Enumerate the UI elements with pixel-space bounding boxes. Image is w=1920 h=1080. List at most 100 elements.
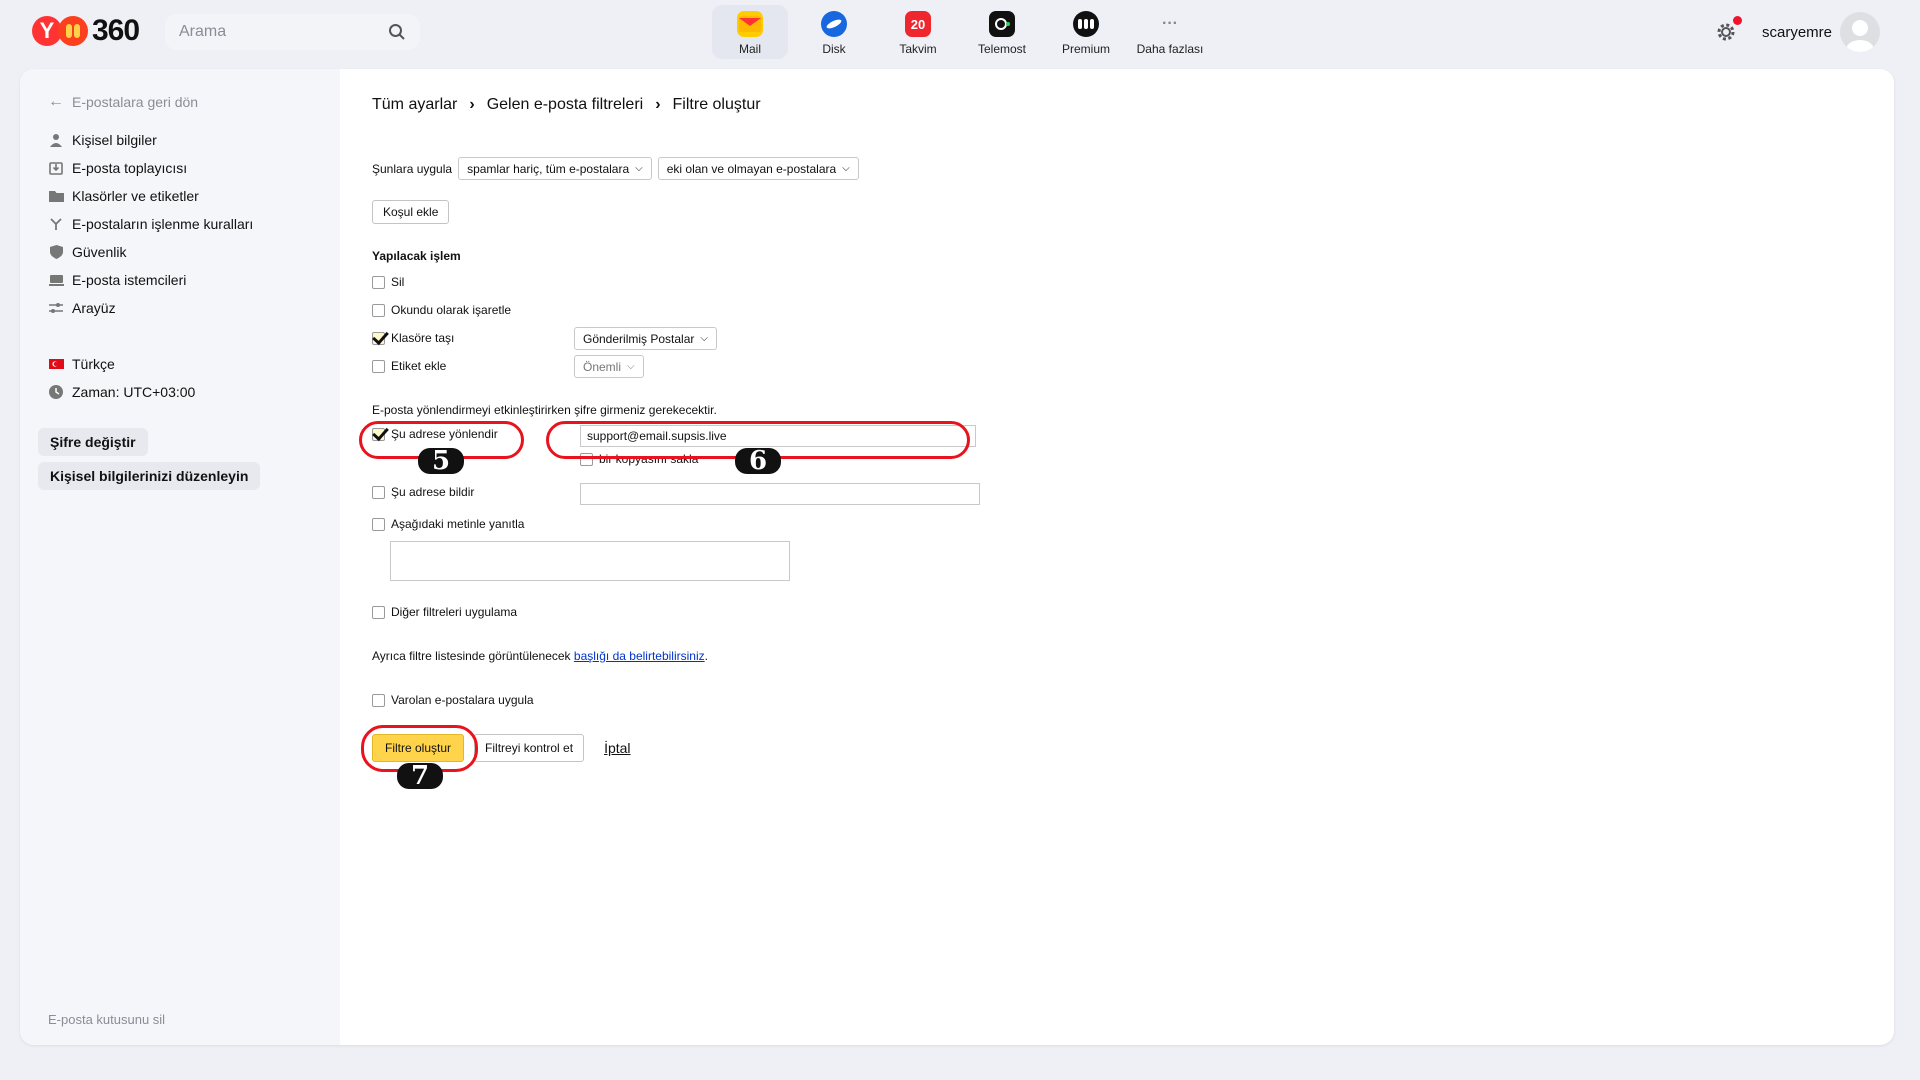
app-label: Premium xyxy=(1061,42,1110,56)
apply-existing-checkbox[interactable] xyxy=(372,693,385,707)
attachment-select[interactable]: eki olan ve olmayan e-postalara ⌵ xyxy=(657,157,859,180)
clients-icon xyxy=(48,272,64,288)
delete-mailbox-link[interactable]: E-posta kutusunu sil xyxy=(48,1012,165,1027)
sidebar-item-clients[interactable]: E-posta istemcileri xyxy=(48,266,253,294)
notify-label: Şu adrese bildir xyxy=(391,485,475,499)
sidebar-item-personal[interactable]: Kişisel bilgiler xyxy=(48,126,253,154)
change-password-button[interactable]: Şifre değiştir xyxy=(38,428,148,456)
title-note-text: Ayrıca filtre listesinde görüntülenecek xyxy=(372,649,571,663)
app-more[interactable]: ··· Daha fazlası xyxy=(1132,5,1208,59)
label-select[interactable]: Önemli ⌵ xyxy=(574,355,644,378)
app-switcher: Mail Disk 20 Takvim Telemost Premium ···… xyxy=(712,5,1216,59)
sidebar-item-label: E-posta toplayıcısı xyxy=(72,160,188,176)
shield-icon xyxy=(48,244,64,260)
chevron-down-icon: ⌵ xyxy=(627,361,635,372)
yandex-360-logo[interactable]: Y 360 xyxy=(32,14,140,48)
reply-option: Aşağıdaki metinle yanıtla xyxy=(372,517,524,531)
set-title-link[interactable]: başlığı da belirtebilirsiniz xyxy=(574,649,705,663)
app-label: Disk xyxy=(822,42,846,56)
settings-sidebar: ← E-postalara geri dön Kişisel bilgiler … xyxy=(20,69,340,1045)
collector-icon xyxy=(48,160,64,176)
telemost-icon xyxy=(989,11,1015,37)
apply-scope-select[interactable]: spamlar hariç, tüm e-postalara ⌵ xyxy=(458,157,652,180)
reply-label: Aşağıdaki metinle yanıtla xyxy=(391,517,525,531)
logo-text: 360 xyxy=(92,14,140,47)
turkey-flag-icon xyxy=(48,356,64,372)
add-condition-button[interactable]: Koşul ekle xyxy=(372,200,450,224)
sidebar-item-rules[interactable]: E-postaların işlenme kuralları xyxy=(48,210,253,238)
app-label: Daha fazlası xyxy=(1136,42,1204,56)
folder-select[interactable]: Gönderilmiş Postalar ⌵ xyxy=(574,327,717,350)
timezone-selector[interactable]: Zaman: UTC+03:00 xyxy=(48,378,195,406)
back-label: E-postalara geri dön xyxy=(72,94,199,110)
search-input[interactable]: Arama xyxy=(165,14,420,50)
mark-read-checkbox[interactable] xyxy=(372,303,385,317)
back-to-mail-link[interactable]: ← E-postalara geri dön xyxy=(48,93,198,111)
timezone-label: Zaman: UTC+03:00 xyxy=(72,384,196,400)
avatar[interactable] xyxy=(1840,12,1880,52)
search-icon[interactable] xyxy=(388,23,406,41)
delete-option: Sil xyxy=(372,275,404,289)
reply-checkbox[interactable] xyxy=(372,517,385,531)
settings-gear-icon[interactable] xyxy=(1714,16,1742,44)
sidebar-item-label: E-posta istemcileri xyxy=(72,272,187,288)
add-label-label: Etiket ekle xyxy=(391,359,447,373)
folder-icon xyxy=(48,188,64,204)
app-label: Mail xyxy=(738,42,761,56)
premium-icon xyxy=(1073,11,1099,37)
apply-to-row: Şunlara uygula spamlar hariç, tüm e-post… xyxy=(372,157,859,180)
sidebar-item-security[interactable]: Güvenlik xyxy=(48,238,253,266)
sidebar-item-label: Arayüz xyxy=(72,300,116,316)
action-heading: Yapılacak işlem xyxy=(372,249,461,263)
reply-text-area[interactable] xyxy=(390,541,790,581)
delete-label: Sil xyxy=(391,275,405,289)
mark-read-option: Okundu olarak işaretle xyxy=(372,303,511,317)
annotation-badge-7: 7 xyxy=(397,761,443,791)
delete-checkbox[interactable] xyxy=(372,275,385,289)
check-filter-button[interactable]: Filtreyi kontrol et xyxy=(474,734,585,762)
username[interactable]: scaryemre xyxy=(1762,24,1832,41)
app-mail[interactable]: Mail xyxy=(712,5,788,59)
dont-apply-others-option: Diğer filtreleri uygulama xyxy=(372,605,517,619)
move-folder-option: Klasöre taşı xyxy=(372,331,454,345)
mail-icon xyxy=(737,11,763,37)
dont-apply-others-checkbox[interactable] xyxy=(372,605,385,619)
mark-read-label: Okundu olarak işaretle xyxy=(391,303,512,317)
language-label: Türkçe xyxy=(72,356,115,372)
password-note: E-posta yönlendirmeyi etkinleştirirken ş… xyxy=(372,403,717,417)
search-placeholder: Arama xyxy=(179,23,227,40)
logo-ring-icon xyxy=(58,16,88,46)
app-premium[interactable]: Premium xyxy=(1048,5,1124,59)
sidebar-item-interface[interactable]: Arayüz xyxy=(48,294,253,322)
app-disk[interactable]: Disk xyxy=(796,5,872,59)
filter-form: Tüm ayarlar › Gelen e-posta filtreleri ›… xyxy=(372,69,1894,1045)
notify-option: Şu adrese bildir xyxy=(372,485,474,499)
attachment-value: eki olan ve olmayan e-postalara xyxy=(666,161,837,176)
sidebar-item-folders[interactable]: Klasörler ve etiketler xyxy=(48,182,253,210)
chevron-down-icon: ⌵ xyxy=(700,333,708,344)
notify-address-input[interactable] xyxy=(580,483,980,505)
app-telemost[interactable]: Telemost xyxy=(964,5,1040,59)
more-icon: ··· xyxy=(1162,15,1178,32)
cancel-link[interactable]: İptal xyxy=(604,740,630,756)
sidebar-item-label: Güvenlik xyxy=(72,244,127,260)
apply-scope-value: spamlar hariç, tüm e-postalara xyxy=(467,161,630,176)
annotation-badge-5: 5 xyxy=(418,446,464,476)
edit-personal-info-button[interactable]: Kişisel bilgilerinizi düzenleyin xyxy=(38,462,261,490)
add-label-option: Etiket ekle xyxy=(372,359,446,373)
notify-checkbox[interactable] xyxy=(372,485,385,499)
app-label: Takvim xyxy=(899,42,937,56)
settings-card: ← E-postalara geri dön Kişisel bilgiler … xyxy=(20,69,1894,1045)
apply-to-label: Şunlara uygula xyxy=(372,161,453,176)
sliders-icon xyxy=(48,300,64,316)
breadcrumb-incoming-filters[interactable]: Gelen e-posta filtreleri xyxy=(487,96,644,114)
move-folder-checkbox[interactable] xyxy=(372,331,385,345)
app-calendar[interactable]: 20 Takvim xyxy=(880,5,956,59)
language-selector[interactable]: Türkçe xyxy=(48,350,195,378)
sidebar-item-collector[interactable]: E-posta toplayıcısı xyxy=(48,154,253,182)
breadcrumb-create-filter: Filtre oluştur xyxy=(672,96,761,113)
breadcrumb-separator-icon: › xyxy=(655,96,661,113)
annotation-badge-6: 6 xyxy=(735,446,781,476)
add-label-checkbox[interactable] xyxy=(372,359,385,373)
breadcrumb-all-settings[interactable]: Tüm ayarlar xyxy=(372,96,457,114)
